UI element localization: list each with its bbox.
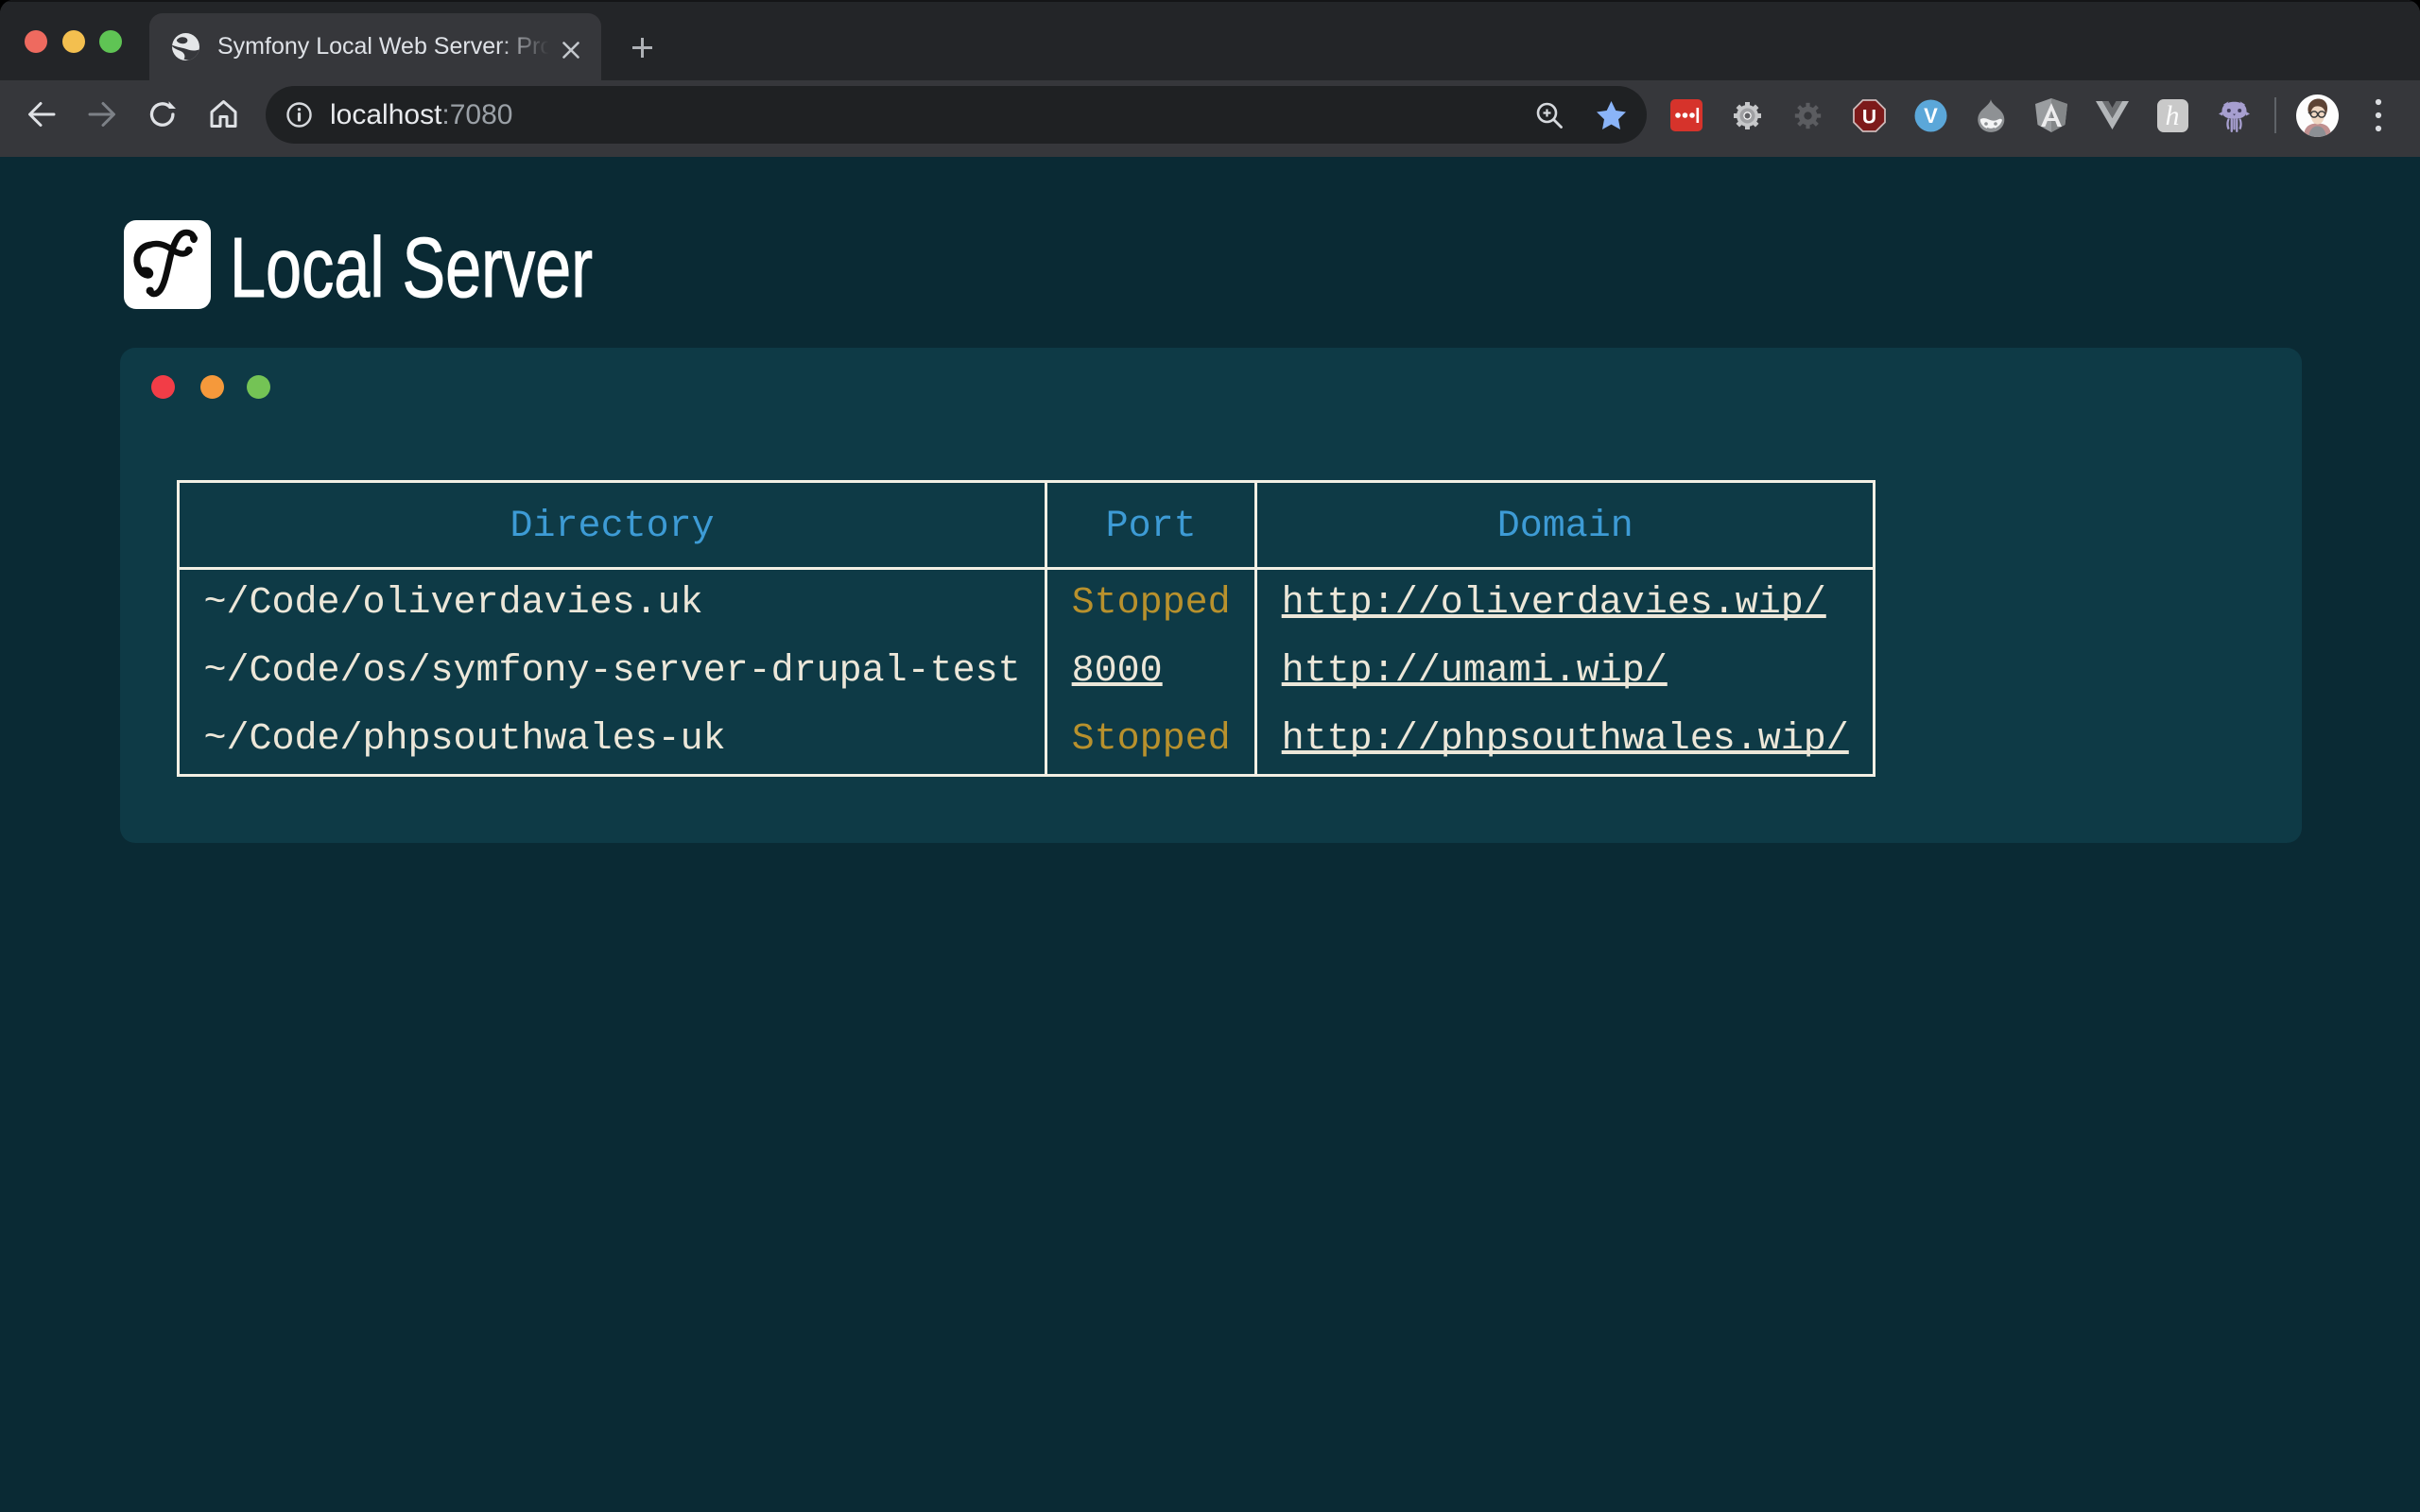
svg-text:V: V: [1924, 104, 1938, 128]
svg-text:U: U: [1862, 107, 1876, 129]
svg-text:h: h: [2166, 100, 2180, 131]
